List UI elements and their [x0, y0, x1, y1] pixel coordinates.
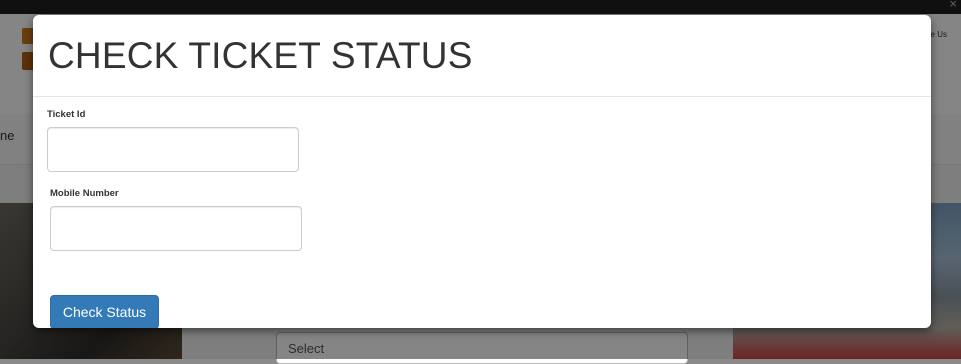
check-ticket-modal: CHECK TICKET STATUS Ticket Id Mobile Num… — [33, 15, 931, 328]
check-status-button[interactable]: Check Status — [50, 295, 159, 328]
modal-header: CHECK TICKET STATUS — [33, 15, 931, 97]
ticket-id-input[interactable] — [47, 127, 299, 172]
ticket-id-label: Ticket Id — [47, 109, 86, 120]
modal-title: CHECK TICKET STATUS — [48, 35, 473, 76]
mobile-number-input[interactable] — [50, 206, 302, 251]
mobile-number-label: Mobile Number — [50, 188, 119, 199]
